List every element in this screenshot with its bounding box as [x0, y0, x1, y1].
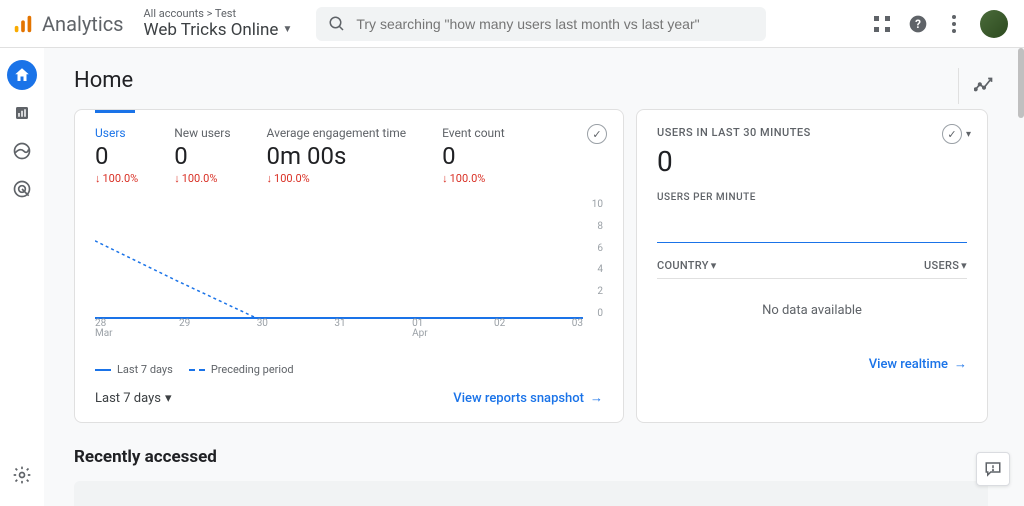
legend-dashed: Preceding period	[189, 363, 294, 376]
nav-advertising[interactable]	[7, 174, 37, 204]
nav-explore[interactable]	[7, 136, 37, 166]
country-column[interactable]: COUNTRY ▾	[657, 259, 717, 272]
no-data-text: No data available	[657, 279, 967, 342]
arrow-right-icon: →	[590, 390, 603, 406]
feedback-icon[interactable]	[976, 452, 1010, 486]
chart-legend: Last 7 days Preceding period	[95, 363, 603, 376]
date-range-picker[interactable]: Last 7 days▾	[95, 391, 172, 406]
scrollbar[interactable]	[1018, 48, 1024, 118]
insights-icon[interactable]	[958, 68, 994, 104]
y-axis: 1086420	[592, 199, 603, 319]
left-nav	[0, 48, 44, 506]
caret-down-icon: ▾	[711, 259, 717, 272]
property-name: Web Tricks Online ▼	[144, 20, 293, 40]
search-box[interactable]	[316, 7, 766, 41]
caret-down-icon: ▾	[961, 259, 967, 272]
x-axis: 28Mar 29 30 31 01Apr 02 03	[95, 319, 583, 339]
avatar[interactable]	[980, 10, 1008, 38]
caret-down-icon[interactable]: ▾	[966, 129, 971, 140]
help-icon[interactable]: ?	[908, 14, 928, 34]
metric-events[interactable]: Event count 0 100.0%	[442, 126, 505, 185]
arrow-right-icon: →	[954, 356, 967, 372]
card-quality-icon[interactable]: ✓	[587, 124, 607, 144]
metric-engagement[interactable]: Average engagement time 0m 00s 100.0%	[267, 126, 407, 185]
more-icon[interactable]	[944, 14, 964, 34]
realtime-card: USERS IN LAST 30 MINUTES 0 ✓ ▾ USERS PER…	[636, 109, 988, 423]
recently-accessed-empty: Reports and pages you recently visited w…	[74, 481, 988, 506]
svg-text:?: ?	[915, 17, 921, 31]
legend-solid: Last 7 days	[95, 363, 173, 376]
trend-chart: 1086420 28Mar 29 30 31 01Apr 02 03	[95, 199, 603, 339]
analytics-logo-icon	[12, 13, 34, 35]
view-realtime-link[interactable]: View realtime→	[869, 356, 967, 372]
realtime-value: 0	[657, 145, 967, 178]
search-icon	[328, 15, 346, 33]
nav-home[interactable]	[7, 60, 37, 90]
logo: Analytics	[12, 12, 124, 36]
metric-users[interactable]: Users 0 100.0%	[95, 126, 138, 185]
per-minute-chart	[657, 211, 967, 243]
metric-new-users[interactable]: New users 0 100.0%	[174, 126, 230, 185]
apps-icon[interactable]	[872, 14, 892, 34]
realtime-title: USERS IN LAST 30 MINUTES	[657, 126, 967, 139]
chart-svg	[95, 199, 583, 319]
page-title: Home	[74, 68, 988, 93]
caret-down-icon: ▼	[282, 24, 292, 36]
breadcrumb: All accounts > Test	[144, 7, 293, 20]
users-column[interactable]: USERS ▾	[924, 259, 967, 272]
account-picker[interactable]: All accounts > Test Web Tricks Online ▼	[144, 7, 293, 41]
nav-reports[interactable]	[7, 98, 37, 128]
caret-down-icon: ▾	[165, 391, 172, 406]
card-quality-icon[interactable]: ✓	[942, 124, 962, 144]
view-snapshot-link[interactable]: View reports snapshot→	[453, 390, 603, 406]
nav-admin[interactable]	[7, 460, 37, 490]
app-header: Analytics All accounts > Test Web Tricks…	[0, 0, 1024, 48]
overview-card: Users 0 100.0% New users 0 100.0% Averag…	[74, 109, 624, 423]
recently-accessed-title: Recently accessed	[74, 447, 988, 467]
main-content: Home Users 0 100.0% New users 0 100.0% A…	[44, 48, 1024, 506]
metrics-row: Users 0 100.0% New users 0 100.0% Averag…	[95, 126, 603, 185]
search-input[interactable]	[356, 16, 754, 32]
per-minute-title: USERS PER MINUTE	[657, 192, 967, 203]
logo-text: Analytics	[42, 12, 124, 36]
